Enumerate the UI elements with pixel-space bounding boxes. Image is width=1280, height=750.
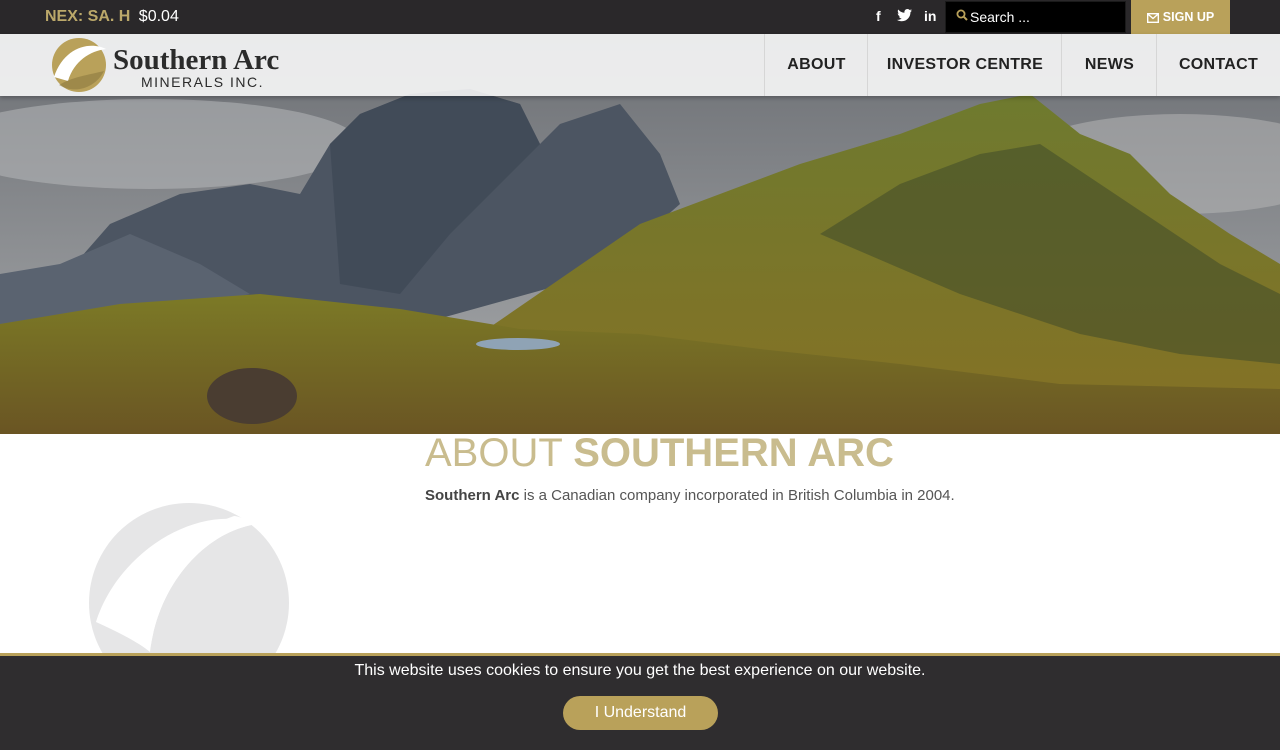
nav-about[interactable]: ABOUT: [764, 34, 868, 96]
logo-mark: [52, 38, 106, 92]
sign-up-button[interactable]: SIGN UP: [1131, 0, 1230, 34]
nav-contact[interactable]: CONTACT: [1156, 34, 1280, 96]
search-icon: [956, 9, 968, 21]
about-company-name: Southern Arc: [425, 487, 520, 504]
nav-investor-centre[interactable]: INVESTOR CENTRE: [867, 34, 1062, 96]
site-header: Southern Arc MINERALS INC. ABOUT INVESTO…: [0, 34, 1280, 96]
linkedin-icon[interactable]: in: [924, 8, 936, 24]
facebook-icon[interactable]: f: [876, 8, 881, 24]
about-description: Southern Arc is a Canadian company incor…: [425, 486, 955, 506]
twitter-icon[interactable]: [897, 9, 912, 25]
about-heading: ABOUT SOUTHERN ARC: [425, 430, 894, 476]
about-description-text: is a Canadian company incorporated in Br…: [519, 487, 955, 504]
top-bar: NEX: SA. H $0.04 f in SIGN UP: [0, 0, 1280, 34]
logo-subtitle: MINERALS INC.: [141, 74, 264, 90]
search-box: [945, 1, 1126, 33]
about-heading-light: ABOUT: [425, 431, 574, 475]
cookie-accept-button[interactable]: I Understand: [563, 696, 718, 730]
cookie-banner: This website uses cookies to ensure you …: [0, 653, 1280, 750]
stock-ticker: NEX: SA. H $0.04: [45, 7, 179, 27]
search-input[interactable]: [970, 2, 1120, 32]
about-heading-strong: SOUTHERN ARC: [573, 431, 894, 475]
mail-icon: [1146, 12, 1159, 23]
site-logo[interactable]: Southern Arc MINERALS INC.: [50, 37, 310, 93]
logo-name: Southern Arc: [113, 44, 280, 76]
cookie-message: This website uses cookies to ensure you …: [354, 662, 926, 679]
nav-news[interactable]: NEWS: [1061, 34, 1157, 96]
ticker-price: $0.04: [138, 8, 179, 25]
sign-up-label: SIGN UP: [1162, 10, 1215, 24]
ticker-symbol: NEX: SA. H: [45, 8, 131, 25]
